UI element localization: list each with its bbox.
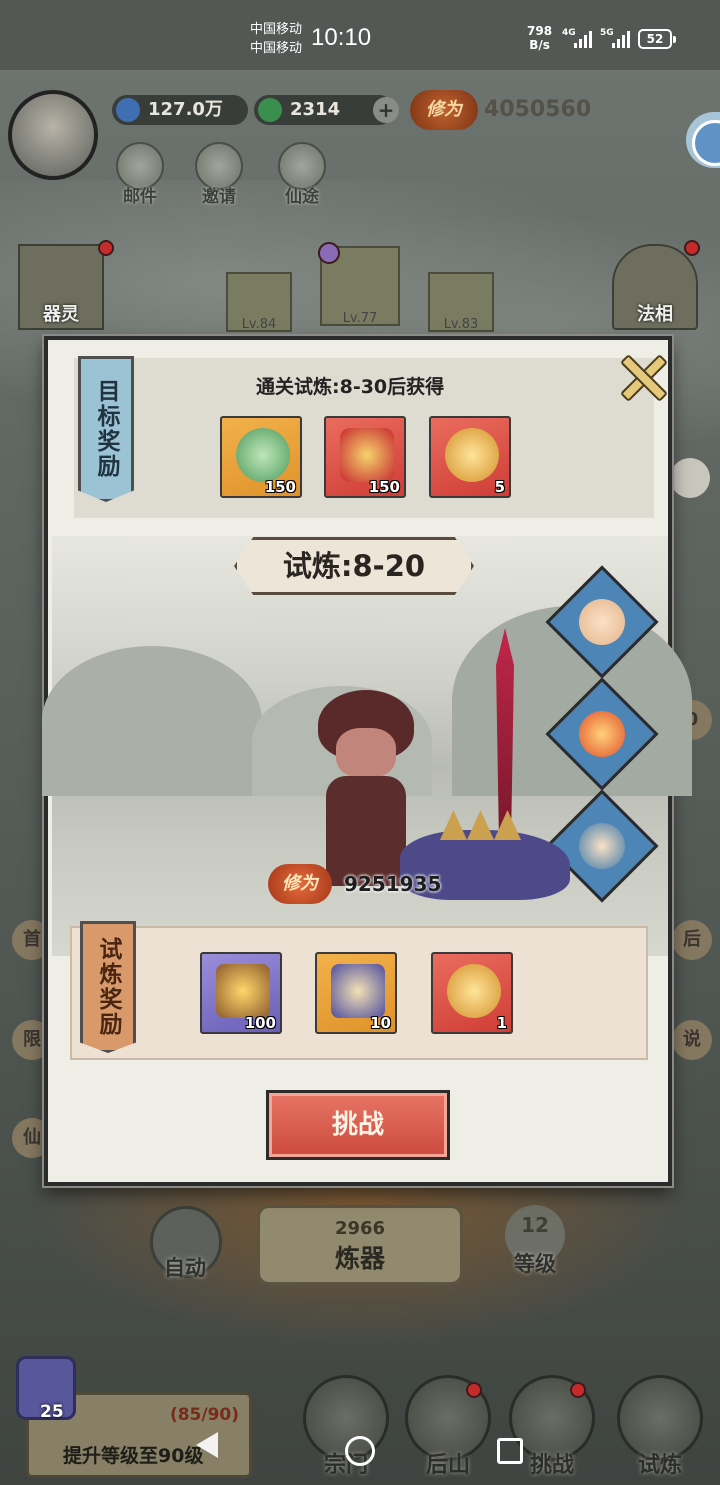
treasure-pouch-icon — [340, 428, 394, 482]
auto-label: 自动 — [164, 1256, 206, 1280]
invite-label: 邀请 — [202, 187, 236, 207]
enemy-power-badge: 修为 — [268, 864, 332, 904]
trial-reward-ribbon: 试炼奖励 — [80, 921, 136, 1053]
target-reward-item-1[interactable]: 150 — [220, 416, 302, 498]
mail-button[interactable]: 邮件 — [110, 142, 170, 207]
status-time: 10:10 — [311, 24, 372, 51]
equip-slot-1[interactable]: Lv.84 — [226, 272, 292, 332]
right-edge-button-3[interactable]: 说 — [672, 1020, 712, 1060]
equip-slot-3-level: Lv.83 — [443, 317, 479, 332]
cultivation-badge: 修为 — [410, 90, 478, 130]
carrier-1: 中国移动 — [250, 22, 303, 37]
trial-reward-qty-1: 100 — [244, 1014, 276, 1032]
upgrade-progress: (85/90) — [169, 1405, 239, 1425]
target-reward-qty-2: 150 — [368, 478, 400, 496]
nav-trial-button[interactable]: 试炼 — [612, 1375, 708, 1478]
nav-mountain-label: 后山 — [425, 1453, 470, 1478]
challenge-notification-dot — [570, 1382, 586, 1398]
equip-slot-3[interactable]: Lv.83 — [428, 272, 494, 332]
trial-reward-item-1[interactable]: 100 — [200, 952, 282, 1034]
hero-2-portrait-icon — [579, 711, 625, 757]
forge-level-label: 等级 — [514, 1252, 556, 1276]
nav-trial-label: 试炼 — [637, 1453, 682, 1478]
blue-scroll-icon — [331, 964, 385, 1018]
net-speed: 798 B/s — [527, 24, 552, 52]
chat-bubble-icon[interactable] — [670, 458, 710, 498]
target-reward-qty-1: 150 — [264, 478, 296, 496]
player-cultivation: 修为 4050560 — [410, 86, 595, 134]
system-recents-icon[interactable] — [497, 1438, 523, 1464]
faxiang-label: 法相 — [637, 304, 673, 325]
jade-value: 2314 — [290, 99, 341, 120]
path-label: 仙途 — [285, 187, 319, 207]
system-home-icon[interactable] — [345, 1436, 375, 1466]
trial-reward-item-2[interactable]: 10 — [315, 952, 397, 1034]
target-reward-item-2[interactable]: 150 — [324, 416, 406, 498]
carrier-labels: 中国移动 中国移动 — [250, 20, 302, 58]
flower-emblem-icon — [318, 242, 340, 264]
boss-face — [336, 728, 396, 778]
spirit-stone-icon — [116, 98, 140, 122]
stage-banner: 试炼:8-20 — [234, 537, 474, 595]
faxiang-notification-dot — [684, 240, 700, 256]
system-back-icon[interactable] — [196, 1432, 218, 1458]
signal-bars-1-icon — [574, 28, 592, 48]
target-reward-item-3[interactable]: 5 — [429, 416, 511, 498]
golden-orb-icon — [445, 428, 499, 482]
mountain-left — [42, 646, 262, 796]
player-avatar[interactable] — [8, 90, 98, 180]
mail-label: 邮件 — [123, 187, 157, 207]
forge-label: 炼器 — [334, 1244, 385, 1273]
boss-body — [326, 776, 406, 886]
trial-reward-item-3[interactable]: 1 — [431, 952, 513, 1034]
add-jade-button[interactable]: + — [373, 97, 399, 123]
target-reward-ribbon: 目标奖励 — [78, 356, 134, 502]
spirit-stone-value: 127.0万 — [148, 99, 223, 120]
enemy-power-value: 9251935 — [344, 872, 442, 896]
jade-icon — [258, 98, 282, 122]
net-speed-value: 798 — [527, 24, 553, 38]
battery-icon: 52 — [638, 29, 676, 49]
cultivation-value: 4050560 — [484, 97, 592, 122]
status-bar: 中国移动 中国移动 10:10 798 B/s 4G 5G 52 — [0, 0, 720, 70]
path-button[interactable]: 仙途 — [272, 142, 332, 207]
upgrade-text: 提升等级至90级 — [63, 1445, 204, 1467]
task-scroll-count: 25 — [40, 1402, 64, 1422]
trial-reward-qty-3: 1 — [496, 1014, 507, 1032]
faxiang-button[interactable]: 法相 — [612, 244, 698, 330]
game-assistant-icon[interactable] — [686, 112, 720, 168]
challenge-button[interactable]: 挑战 — [266, 1090, 450, 1160]
signal-bars-2-icon — [612, 28, 630, 48]
spirit-stone-currency: 127.0万 — [112, 95, 248, 125]
carrier-2: 中国移动 — [250, 41, 303, 56]
equip-slot-1-level: Lv.84 — [241, 317, 277, 332]
right-edge-button-2[interactable]: 后 — [672, 920, 712, 960]
qiling-label: 器灵 — [43, 304, 79, 325]
treasure-chest-icon — [216, 964, 270, 1018]
target-reward-ribbon-text: 目标奖励 — [93, 379, 119, 479]
hero-1-portrait-icon — [579, 599, 625, 645]
golden-orb-icon — [447, 964, 501, 1018]
qiling-button[interactable]: 器灵 — [18, 244, 104, 330]
target-reward-qty-3: 5 — [494, 478, 505, 496]
target-title: 通关试炼:8-30后获得 — [256, 376, 445, 398]
forge-button[interactable]: 2966 炼器 — [257, 1205, 463, 1285]
mountain-notification-dot — [466, 1382, 482, 1398]
invite-button[interactable]: 邀请 — [189, 142, 249, 207]
trial-reward-ribbon-text: 试炼奖励 — [95, 937, 121, 1037]
trial-reward-qty-2: 10 — [370, 1014, 391, 1032]
nav-sect-button[interactable]: 宗门 — [298, 1375, 394, 1478]
close-button[interactable] — [614, 348, 668, 402]
forge-count: 2966 — [334, 1218, 386, 1239]
net-speed-unit: B/s — [529, 38, 550, 52]
qiling-notification-dot — [98, 240, 114, 256]
hero-3-portrait-icon — [579, 823, 625, 869]
green-spirit-flame-icon — [236, 428, 290, 482]
equip-slot-2-level: Lv.77 — [342, 311, 378, 326]
